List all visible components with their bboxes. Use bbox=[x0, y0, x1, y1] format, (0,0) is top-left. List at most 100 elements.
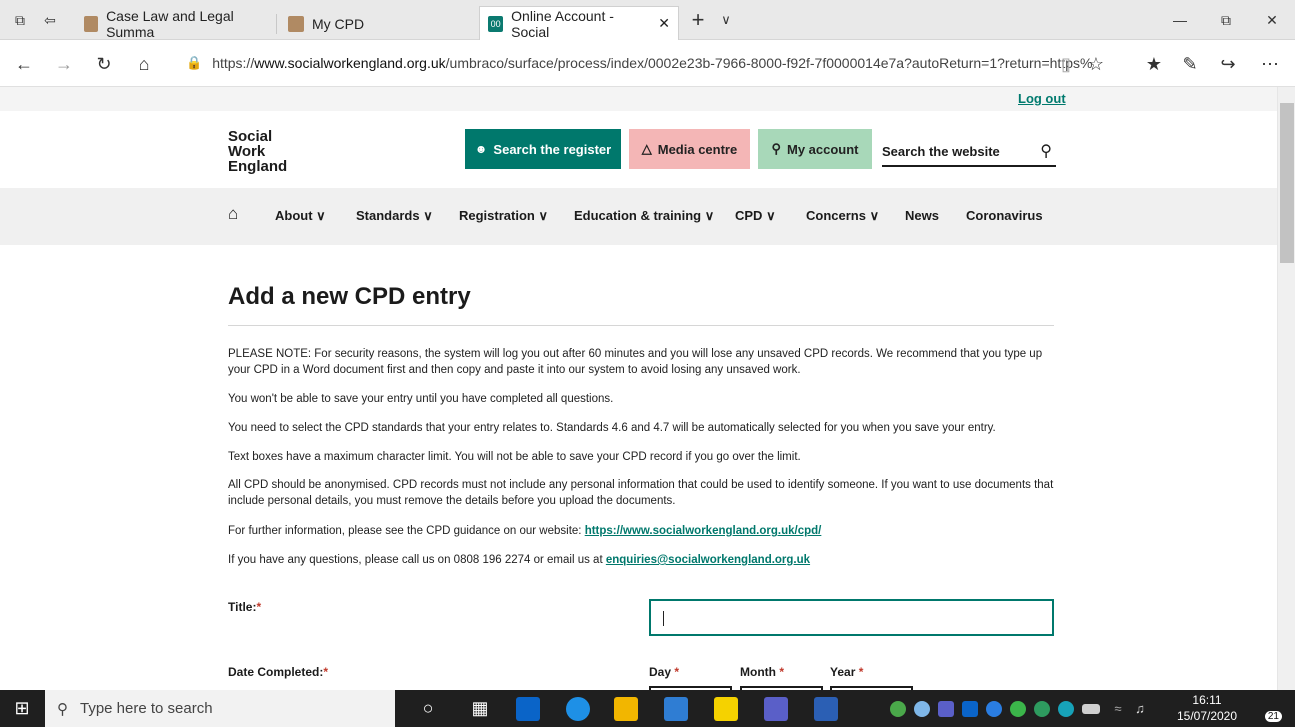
set-tabs-aside-icon[interactable]: ⇦ bbox=[36, 6, 64, 34]
site-search-input[interactable]: Search the website ⚲ bbox=[882, 137, 1056, 167]
tab-list-button[interactable]: ∨ bbox=[712, 6, 740, 34]
favorites-list-icon[interactable]: ★ bbox=[1140, 50, 1168, 78]
favorite-star-icon[interactable]: ☆ bbox=[1082, 50, 1110, 78]
logo-line: England bbox=[228, 158, 288, 175]
tab-divider bbox=[276, 14, 277, 34]
address-bar[interactable]: 🔒 https:// www.socialworkengland.org.uk … bbox=[186, 48, 1106, 78]
text-caret bbox=[663, 611, 664, 626]
site-search-placeholder: Search the website bbox=[882, 143, 1000, 159]
cpd-guidance-link[interactable]: https://www.socialworkengland.org.uk/cpd… bbox=[585, 525, 822, 537]
nav-label: Education & training bbox=[574, 208, 702, 223]
tray-icon[interactable] bbox=[1034, 701, 1050, 717]
battery-icon[interactable] bbox=[1082, 704, 1100, 714]
title-input[interactable] bbox=[649, 599, 1054, 636]
windows-taskbar: ⊞ ⚲ Type here to search ○ ▦ ≈ ♫ 16:11 15… bbox=[0, 690, 1295, 727]
nav-item-registration[interactable]: Registration ∨ bbox=[459, 208, 548, 224]
nav-item-education[interactable]: Education & training ∨ bbox=[574, 208, 714, 224]
tab-actions-icon[interactable]: ⧉ bbox=[6, 6, 34, 34]
media-centre-button[interactable]: △ Media centre bbox=[629, 129, 750, 169]
info-paragraph: All CPD should be anonymised. CPD record… bbox=[228, 479, 1054, 507]
people-icon: ☻ bbox=[474, 142, 488, 156]
nav-label: Registration bbox=[459, 208, 535, 223]
tab-label: Case Law and Legal Summa bbox=[106, 8, 234, 40]
reading-view-icon[interactable]: ▯ bbox=[1052, 50, 1080, 78]
required-marker: * bbox=[323, 665, 329, 679]
back-icon[interactable]: ← bbox=[10, 50, 38, 78]
restore-button[interactable]: ⧉ bbox=[1212, 6, 1240, 34]
app-icon[interactable] bbox=[664, 697, 688, 721]
minimize-button[interactable]: — bbox=[1166, 6, 1194, 34]
web-notes-icon[interactable]: ✎ bbox=[1176, 50, 1204, 78]
tab-favicon-icon bbox=[84, 16, 99, 32]
utility-strip: Log out bbox=[0, 87, 1277, 111]
page-scrollbar[interactable] bbox=[1277, 87, 1295, 690]
windows-start-icon[interactable]: ⊞ bbox=[8, 694, 36, 722]
title-label: Title:* bbox=[228, 600, 261, 614]
my-account-button[interactable]: ⚲ My account bbox=[758, 129, 872, 169]
bluetooth-icon[interactable] bbox=[986, 701, 1002, 717]
nav-item-about[interactable]: About ∨ bbox=[275, 208, 326, 224]
tab-online-account[interactable]: 00 Online Account - Social ✕ bbox=[479, 6, 679, 40]
tray-icon[interactable] bbox=[1058, 701, 1074, 717]
logo-line: Social bbox=[228, 128, 273, 145]
file-explorer-icon[interactable] bbox=[614, 697, 638, 721]
tray-icon[interactable] bbox=[914, 701, 930, 717]
outlook-icon[interactable] bbox=[516, 697, 540, 721]
tab-case-law[interactable]: Case Law and Legal Summa bbox=[76, 8, 272, 40]
nav-label: Standards bbox=[356, 208, 420, 223]
system-clock[interactable]: 16:11 15/07/2020 bbox=[1170, 692, 1244, 724]
tray-icon[interactable] bbox=[962, 701, 978, 717]
web-page: Log out Social Work England ☻ Search the… bbox=[0, 87, 1277, 690]
nav-item-concerns[interactable]: Concerns ∨ bbox=[806, 208, 879, 224]
day-label: Day * bbox=[649, 665, 679, 679]
nav-item-coronavirus[interactable]: Coronavirus bbox=[966, 208, 1043, 223]
tray-icon[interactable] bbox=[938, 701, 954, 717]
taskbar-search-input[interactable]: ⚲ Type here to search bbox=[45, 690, 395, 727]
close-window-button[interactable]: ✕ bbox=[1258, 6, 1286, 34]
home-nav-icon[interactable]: ⌂ bbox=[228, 204, 238, 224]
required-marker: * bbox=[256, 600, 262, 614]
page-title: Add a new CPD entry bbox=[228, 283, 471, 310]
notifications-button[interactable]: 21 bbox=[1252, 696, 1282, 722]
month-label-text: Month bbox=[740, 665, 776, 679]
required-marker: * bbox=[779, 665, 784, 679]
chevron-down-icon: ∨ bbox=[316, 208, 326, 223]
more-icon[interactable]: ⋯ bbox=[1256, 50, 1284, 78]
task-view-icon[interactable]: ▦ bbox=[466, 694, 494, 722]
main-navigation: ⌂ About ∨ Standards ∨ Registration ∨ Edu… bbox=[0, 188, 1277, 245]
logout-link[interactable]: Log out bbox=[1018, 91, 1066, 106]
site-logo[interactable]: Social Work England bbox=[228, 129, 338, 174]
search-register-label: Search the register bbox=[493, 141, 612, 157]
search-register-button[interactable]: ☻ Search the register bbox=[465, 129, 621, 169]
word-icon[interactable] bbox=[814, 697, 838, 721]
edge-icon[interactable] bbox=[566, 697, 590, 721]
tray-icon[interactable] bbox=[890, 701, 906, 717]
close-tab-icon[interactable]: ✕ bbox=[658, 15, 670, 32]
sticky-notes-icon[interactable] bbox=[714, 697, 738, 721]
tab-label: Online Account - Social bbox=[511, 7, 614, 40]
nav-item-standards[interactable]: Standards ∨ bbox=[356, 208, 433, 224]
browser-toolbar: ← → ↻ ⌂ 🔒 https:// www.socialworkengland… bbox=[0, 40, 1295, 87]
info-paragraph: Text boxes have a maximum character limi… bbox=[228, 451, 801, 463]
contact-text: If you have any questions, please call u… bbox=[228, 554, 606, 566]
share-icon[interactable]: ↪ bbox=[1214, 50, 1242, 78]
lock-icon: 🔒 bbox=[186, 55, 203, 70]
nav-item-cpd[interactable]: CPD ∨ bbox=[735, 208, 776, 224]
home-icon[interactable]: ⌂ bbox=[130, 50, 158, 78]
my-account-label: My account bbox=[787, 141, 859, 157]
email-link[interactable]: enquiries@socialworkengland.org.uk bbox=[606, 554, 810, 566]
nav-item-news[interactable]: News bbox=[905, 208, 939, 223]
scrollbar-thumb[interactable] bbox=[1280, 103, 1294, 263]
search-icon[interactable]: ⚲ bbox=[1040, 141, 1052, 161]
refresh-icon[interactable]: ↻ bbox=[90, 50, 118, 78]
new-tab-button[interactable]: + bbox=[684, 6, 712, 34]
volume-icon[interactable]: ♫ bbox=[1126, 694, 1154, 722]
teams-icon[interactable] bbox=[764, 697, 788, 721]
tab-my-cpd[interactable]: My CPD bbox=[280, 8, 470, 40]
year-label-text: Year bbox=[830, 665, 856, 679]
cortana-icon[interactable]: ○ bbox=[414, 694, 442, 722]
chevron-down-icon: ∨ bbox=[766, 208, 776, 223]
forward-icon[interactable]: → bbox=[50, 50, 78, 78]
browser-tab-bar: ⧉ ⇦ Case Law and Legal Summa My CPD 00 O… bbox=[0, 0, 1295, 40]
tray-icon[interactable] bbox=[1010, 701, 1026, 717]
